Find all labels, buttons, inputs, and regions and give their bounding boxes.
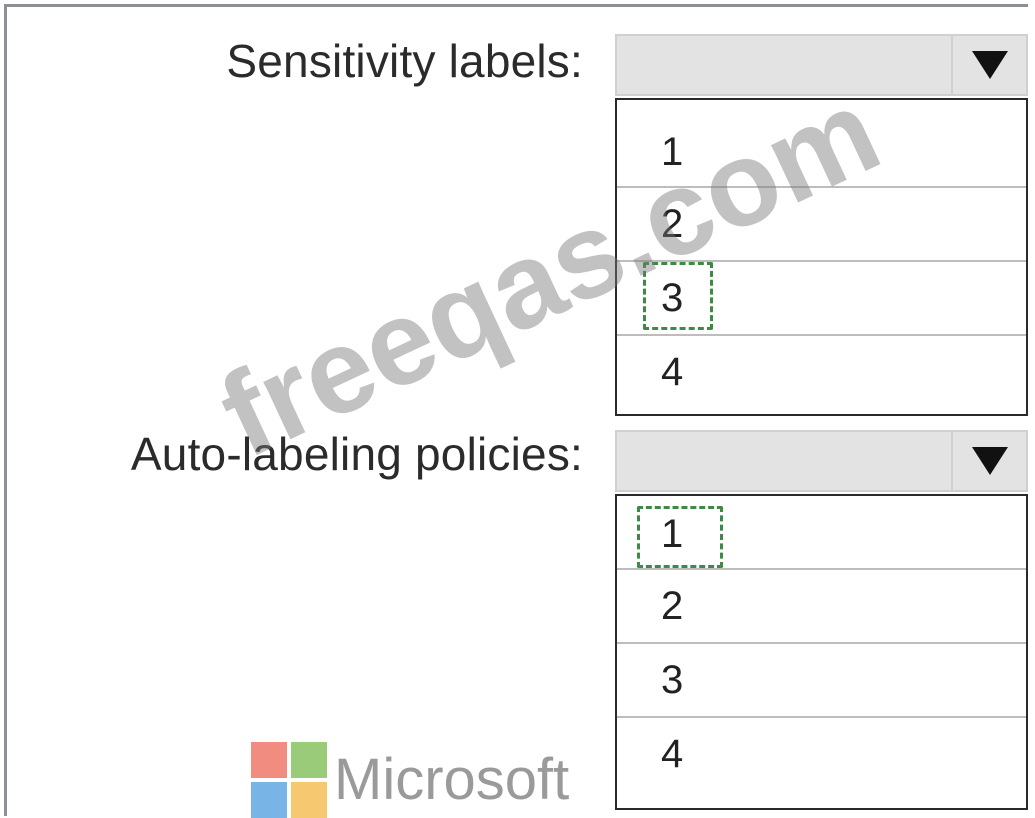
sensitivity-option-2[interactable]: 2 <box>617 188 1026 262</box>
auto-labeling-option-2[interactable]: 2 <box>617 570 1026 644</box>
auto-labeling-policies-options: 1 2 3 4 <box>615 494 1028 810</box>
auto-labeling-option-4[interactable]: 4 <box>617 718 1026 792</box>
microsoft-logo-icon <box>251 742 327 818</box>
auto-labeling-policies-label: Auto-labeling policies: <box>130 428 583 480</box>
sensitivity-labels-options: 1 2 3 4 <box>615 98 1028 416</box>
sensitivity-option-4[interactable]: 4 <box>617 336 1026 410</box>
auto-labeling-dropdown-toggle[interactable] <box>951 432 1026 490</box>
auto-labeling-policies-dropdown[interactable] <box>615 430 1028 492</box>
sensitivity-labels-label: Sensitivity labels: <box>226 35 583 87</box>
sensitivity-dropdown-toggle[interactable] <box>951 36 1026 94</box>
sensitivity-labels-dropdown[interactable] <box>615 34 1028 96</box>
sensitivity-option-3[interactable]: 3 <box>617 262 1026 336</box>
sensitivity-option-1[interactable]: 1 <box>617 100 1026 188</box>
auto-labeling-option-1[interactable]: 1 <box>617 496 1026 570</box>
chevron-down-icon <box>971 51 1008 79</box>
chevron-down-icon <box>971 447 1008 475</box>
auto-labeling-option-3[interactable]: 3 <box>617 644 1026 718</box>
microsoft-logo-text: Microsoft <box>334 747 570 812</box>
